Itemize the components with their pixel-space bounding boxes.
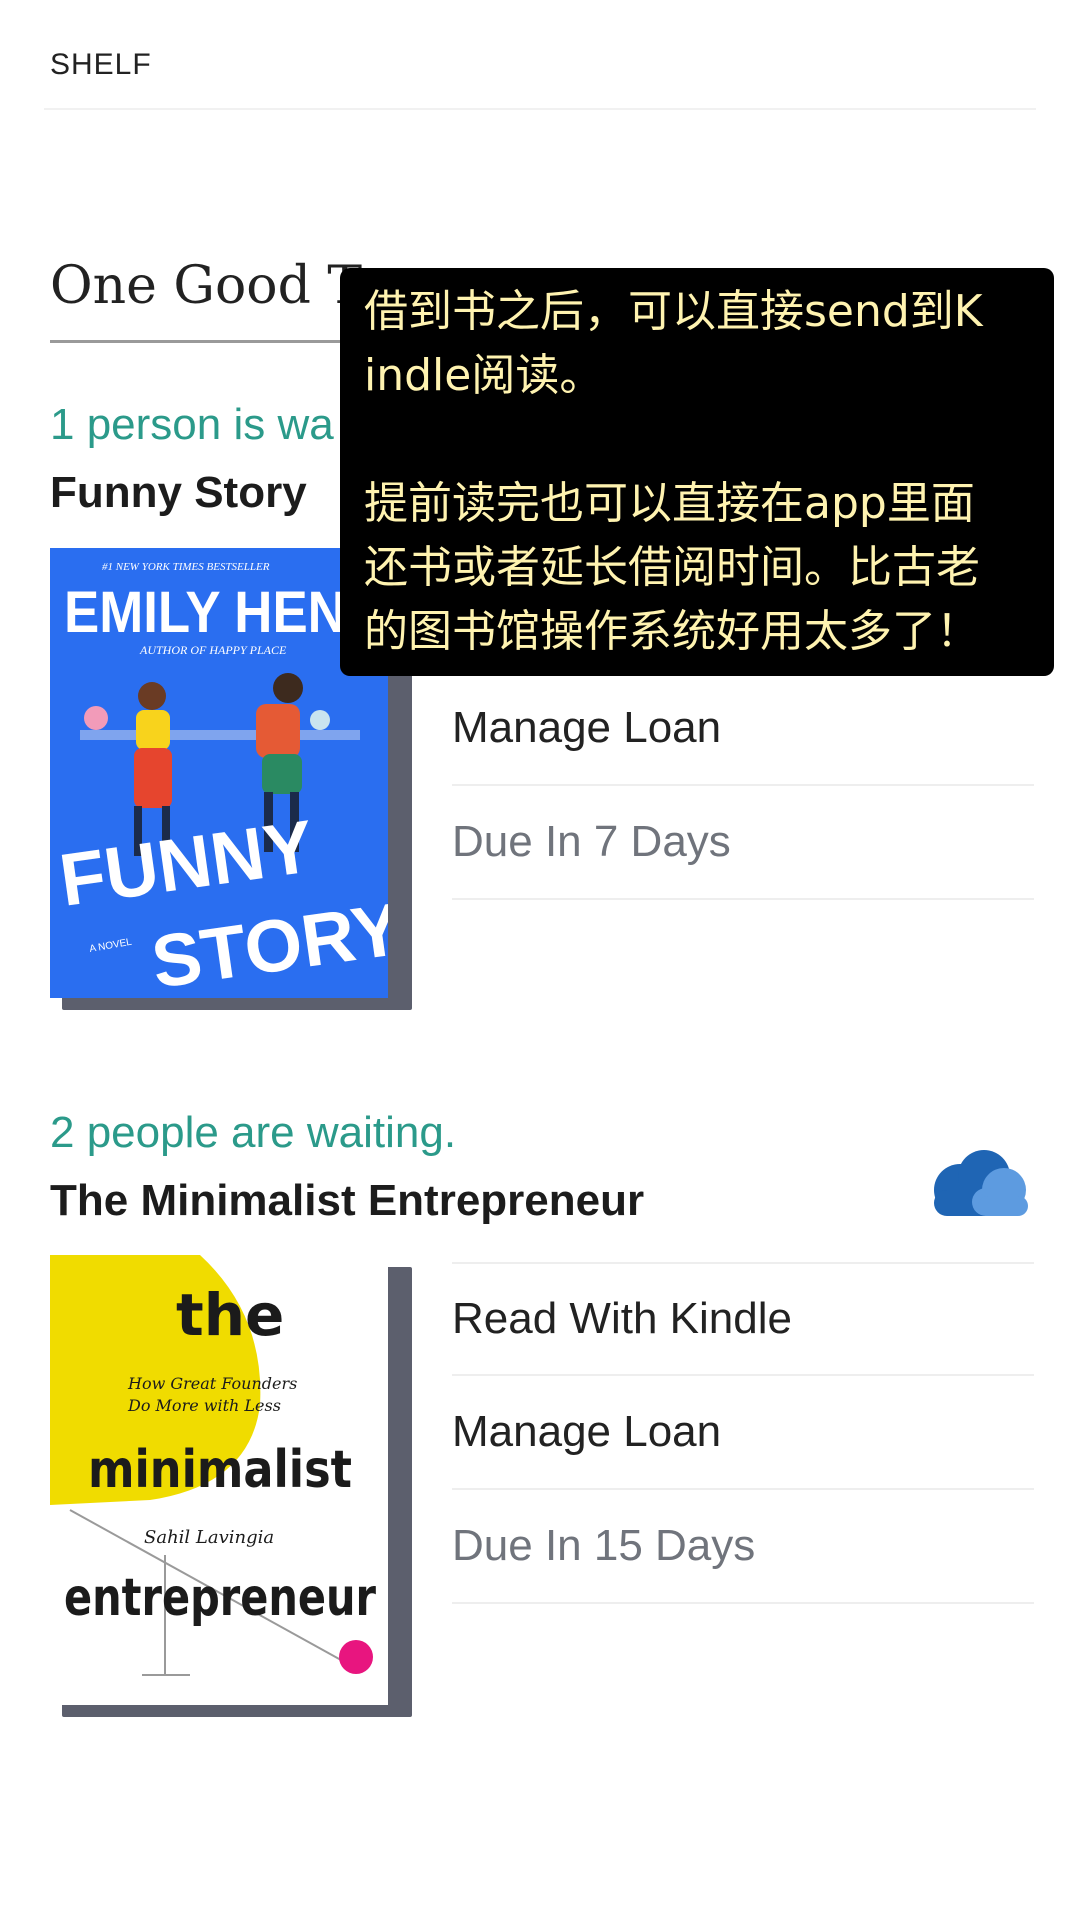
waiting-status: 1 person is wa <box>50 400 334 449</box>
header-divider <box>44 108 1036 110</box>
overlay-line: 提前读完也可以直接在app里面 <box>364 478 975 529</box>
overlay-line: indle阅读。 <box>364 350 604 401</box>
loan-actions-book-2: Read With Kindle Manage Loan Due In 15 D… <box>452 1262 1034 1604</box>
cover-author: EMILY HENR <box>64 580 384 645</box>
read-with-kindle-button[interactable]: Read With Kindle <box>452 1262 1034 1376</box>
cover-word-2: minimalist <box>88 1440 352 1500</box>
annotation-overlay: 借到书之后，可以直接send到K indle阅读。 提前读完也可以直接在app里… <box>340 268 1054 676</box>
loan-actions-book-1: Manage Loan Due In 7 Days <box>452 672 1034 900</box>
cover-art: the How Great Founders Do More with Less… <box>50 1255 388 1705</box>
book-title[interactable]: The Minimalist Entrepreneur <box>50 1176 644 1226</box>
waiting-status: 2 people are waiting. <box>50 1108 457 1157</box>
cover-author-of: AUTHOR OF HAPPY PLACE <box>139 643 287 657</box>
book-title[interactable]: Funny Story <box>50 468 307 518</box>
cover-top-line: #1 NEW YORK TIMES BESTSELLER <box>102 561 270 573</box>
cover-art: #1 NEW YORK TIMES BESTSELLER EMILY HENR … <box>50 548 388 998</box>
overlay-line: 借到书之后，可以直接send到K <box>364 286 983 337</box>
overlay-line: 还书或者延长借阅时间。比古老 <box>364 542 980 593</box>
manage-loan-button[interactable]: Manage Loan <box>452 1376 1034 1490</box>
overlay-gap <box>364 408 1034 472</box>
overlay-line: 的图书馆操作系统好用太多了！ <box>364 606 980 657</box>
cover-subtitle-2: Do More with Less <box>127 1396 281 1415</box>
section-title: One Good T <box>50 256 363 316</box>
cover-word-1: the <box>176 1281 284 1349</box>
due-status: Due In 15 Days <box>452 1490 1034 1604</box>
cover-author: Sahil Lavingia <box>144 1527 274 1548</box>
cloud-icon[interactable] <box>926 1146 1032 1216</box>
book-cover-minimalist-entrepreneur[interactable]: the How Great Founders Do More with Less… <box>50 1255 412 1717</box>
due-status: Due In 7 Days <box>452 786 1034 900</box>
cover-word-3: entrepreneur <box>64 1568 376 1628</box>
cover-subtitle-1: How Great Founders <box>127 1374 297 1393</box>
manage-loan-button[interactable]: Manage Loan <box>452 672 1034 786</box>
page-header-title: SHELF <box>50 48 152 81</box>
